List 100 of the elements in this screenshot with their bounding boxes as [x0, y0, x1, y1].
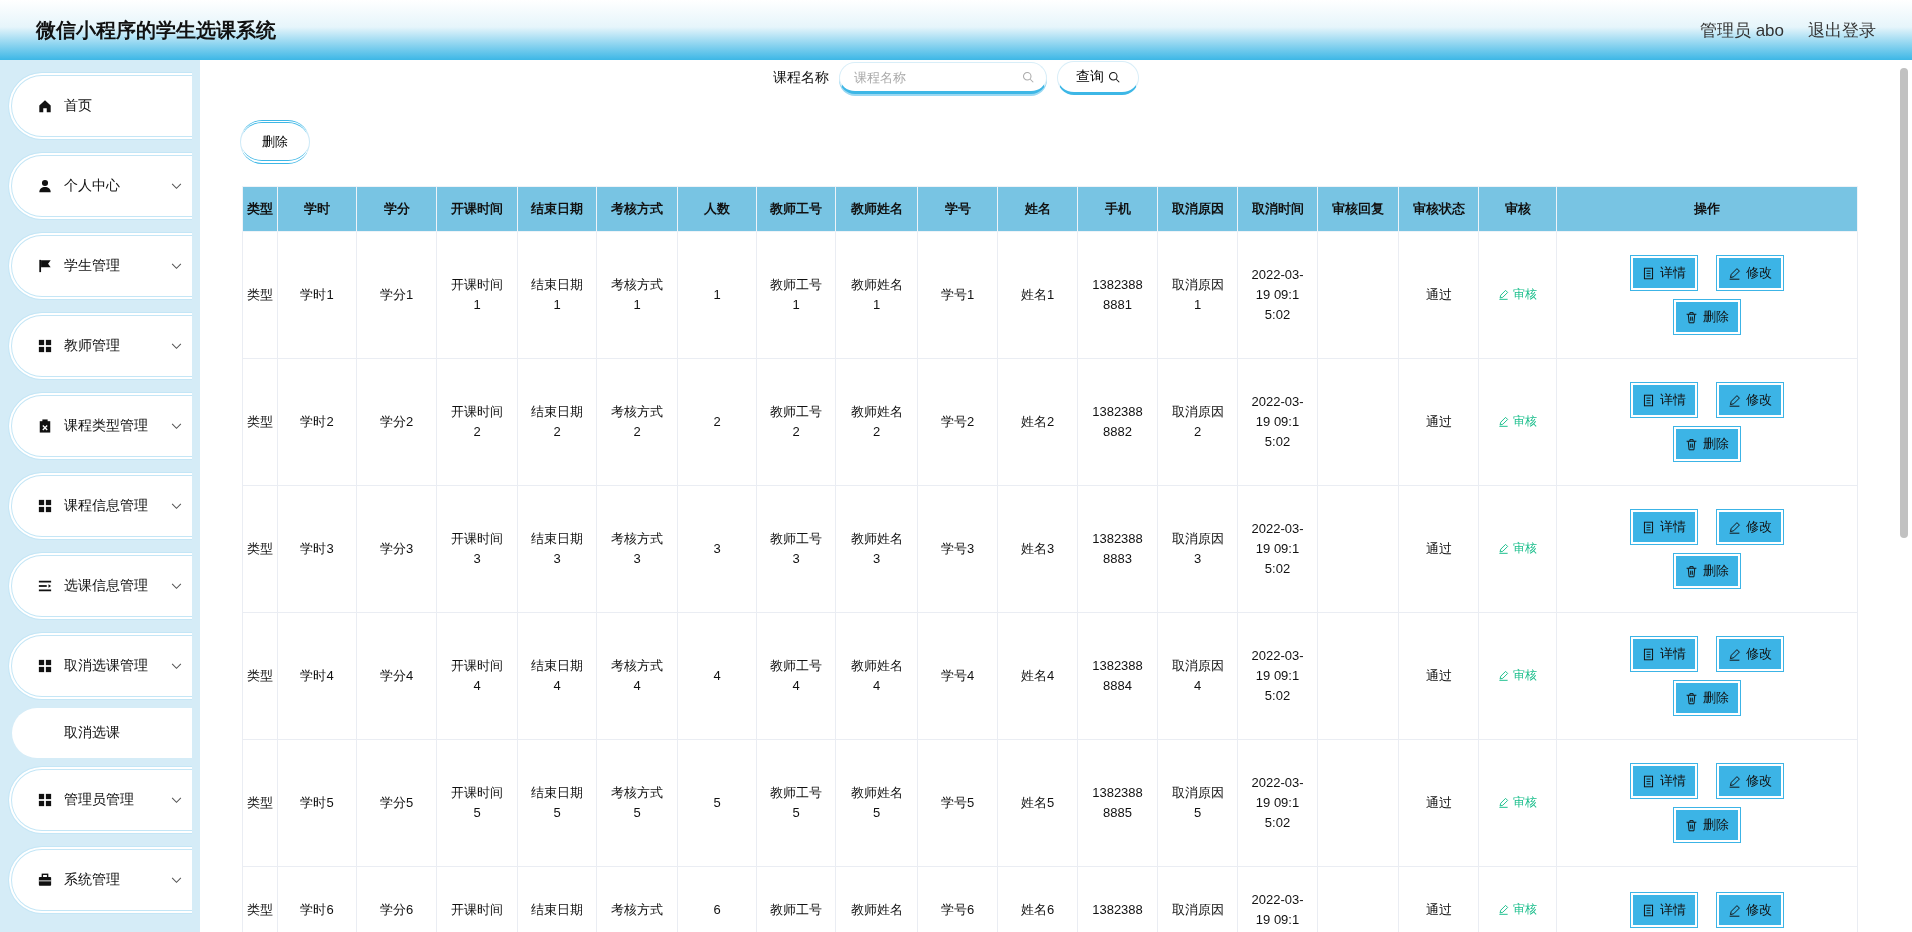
table-cell: 3: [677, 485, 757, 613]
delete-button[interactable]: 删除: [1673, 426, 1741, 462]
logout-link[interactable]: 退出登录: [1808, 18, 1876, 42]
column-header: 类型: [242, 186, 278, 232]
column-header: 学时: [277, 186, 357, 232]
edit-button[interactable]: 修改: [1716, 509, 1784, 545]
flag-icon: [38, 259, 52, 273]
table-cell: 教师工号4: [756, 612, 836, 740]
table-cell: 13823888882: [1077, 358, 1158, 486]
detail-button[interactable]: 详情: [1630, 763, 1698, 799]
sidebar-item[interactable]: 个人中心: [8, 152, 192, 220]
table-cell: 姓名1: [997, 231, 1078, 359]
column-header: 取消原因: [1157, 186, 1238, 232]
table-cell: 学号2: [917, 358, 998, 486]
sidebar-item[interactable]: 学生管理: [8, 232, 192, 300]
pencil-icon: [1728, 774, 1741, 788]
sidebar-item[interactable]: 系统管理: [8, 846, 192, 914]
table-cell: 教师工号1: [756, 231, 836, 359]
column-header: 学分: [356, 186, 437, 232]
table-cell: 取消原因1: [1157, 231, 1238, 359]
table-cell: 结束日期4: [517, 612, 597, 740]
table-cell: 类型: [242, 358, 278, 486]
table-cell: 学分3: [356, 485, 437, 613]
table-cell: 学时4: [277, 612, 357, 740]
user-label: 管理员 abo: [1699, 19, 1784, 42]
document-icon: [1642, 774, 1655, 788]
sidebar-item[interactable]: 选课信息管理: [8, 552, 192, 620]
table-cell: 5: [677, 739, 757, 867]
column-header: 审核回复: [1317, 186, 1399, 232]
edit-button[interactable]: 修改: [1716, 382, 1784, 418]
sidebar-item[interactable]: 管理员管理: [8, 766, 192, 834]
column-header: 审核: [1478, 186, 1557, 232]
table-cell: 开课时间2: [436, 358, 518, 486]
sidebar-item[interactable]: 教师管理: [8, 312, 192, 380]
sidebar-item[interactable]: 课程信息管理: [8, 472, 192, 540]
table-cell: 教师姓名2: [835, 358, 918, 486]
delete-button[interactable]: 删除: [1673, 680, 1741, 716]
column-header: 教师姓名: [835, 186, 918, 232]
column-header: 手机: [1077, 186, 1158, 232]
document-icon: [1642, 266, 1655, 280]
table-cell: 教师姓名1: [835, 231, 918, 359]
table-cell: 学分4: [356, 612, 437, 740]
detail-button[interactable]: 详情: [1630, 382, 1698, 418]
table-cell: 教师姓名4: [835, 612, 918, 740]
table-cell: 2022-03-19 09:15:02: [1237, 612, 1318, 740]
table-cell: 学号4: [917, 612, 998, 740]
table-cell: 学分5: [356, 739, 437, 867]
table-cell: 开课时间1: [436, 231, 518, 359]
sidebar-subitem[interactable]: 取消选课: [12, 708, 192, 758]
column-header: 人数: [677, 186, 757, 232]
table-cell: 通过: [1398, 485, 1479, 613]
edit-button[interactable]: 修改: [1716, 255, 1784, 291]
table-cell: 姓名3: [997, 485, 1078, 613]
table-cell: 学时3: [277, 485, 357, 613]
sidebar-item[interactable]: 取消选课管理: [8, 632, 192, 700]
table-cell: 2022-03-19 09:15:02: [1237, 358, 1318, 486]
document-icon: [1642, 903, 1655, 917]
column-header: 教师工号: [756, 186, 836, 232]
scrollbar-thumb[interactable]: [1900, 68, 1908, 538]
delete-button[interactable]: 删除: [1673, 553, 1741, 589]
edit-button[interactable]: 修改: [1716, 636, 1784, 672]
table-cell: 考核方式3: [596, 485, 678, 613]
table-cell: 教师姓名5: [835, 739, 918, 867]
edit-button[interactable]: 修改: [1716, 763, 1784, 799]
table-cell: 学分1: [356, 231, 437, 359]
pencil-icon: [1728, 393, 1741, 407]
table-cell: 类型: [242, 485, 278, 613]
query-button[interactable]: 查询: [1057, 61, 1139, 95]
delete-button[interactable]: 删除: [240, 120, 310, 164]
document-icon: [1642, 393, 1655, 407]
table-cell: 学时2: [277, 358, 357, 486]
delete-button[interactable]: 删除: [1673, 299, 1741, 335]
table-cell: 考核方式2: [596, 358, 678, 486]
delete-button[interactable]: 删除: [1673, 807, 1741, 843]
table-cell: 姓名4: [997, 612, 1078, 740]
detail-button[interactable]: 详情: [1630, 636, 1698, 672]
table-cell: 学分2: [356, 358, 437, 486]
table-cell: 1: [677, 231, 757, 359]
table-cell: 开课时间5: [436, 739, 518, 867]
search-field[interactable]: 课程名称: [839, 62, 1047, 94]
table-cell: 2022-03-19 09:15:02: [1237, 231, 1318, 359]
table-cell: 姓名2: [997, 358, 1078, 486]
table-cell: 取消原因3: [1157, 485, 1238, 613]
table-cell: 学号5: [917, 739, 998, 867]
sidebar-item[interactable]: 首页: [8, 72, 192, 140]
column-header: 姓名: [997, 186, 1078, 232]
edit-button[interactable]: 修改: [1716, 892, 1784, 928]
detail-button[interactable]: 详情: [1630, 509, 1698, 545]
table-cell: 类型: [242, 231, 278, 359]
table-cell: 结束日期5: [517, 739, 597, 867]
pencil-icon: [1728, 520, 1741, 534]
detail-button[interactable]: 详情: [1630, 892, 1698, 928]
detail-button[interactable]: 详情: [1630, 255, 1698, 291]
table-cell: 2022-03-19 09:15:02: [1237, 485, 1318, 613]
clipboard-icon: [38, 419, 52, 433]
app-title: 微信小程序的学生选课系统: [36, 17, 276, 43]
search-icon: [1022, 71, 1034, 83]
pencil-icon: [1498, 669, 1509, 681]
table-cell: 13823888884: [1077, 612, 1158, 740]
sidebar-item[interactable]: 课程类型管理: [8, 392, 192, 460]
